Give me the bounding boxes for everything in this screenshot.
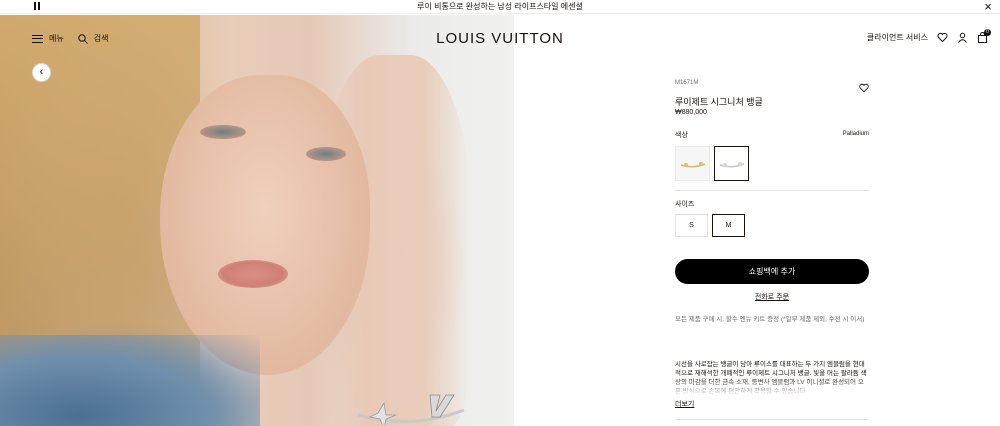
promo-notice: 모든 제품 구매 시, 할수 엔뉴 키트 증정 (*일부 제품 제외, 수전 시… (675, 316, 865, 323)
size-label: 사이즈 (675, 201, 695, 208)
product-panel: M1671M 루이제트 시그니처 뱅글 ₩880,000 색상 Palladiu… (675, 80, 869, 420)
divider (675, 190, 869, 191)
header-right: 클라이언트 서비스 0 (867, 29, 991, 43)
account-icon[interactable] (957, 32, 968, 43)
product-price: ₩880,000 (675, 109, 707, 116)
color-swatch-gold[interactable] (675, 146, 710, 181)
announcement-bar: 루이 비통으로 완성하는 남성 라이프스타일 에센셜 × (0, 0, 1000, 14)
gold-bangle-thumbnail (680, 161, 705, 167)
add-to-bag-button[interactable]: 쇼핑백에 추가 (675, 259, 869, 284)
image-lips (218, 260, 288, 288)
size-option-m[interactable]: M (712, 214, 745, 237)
announcement-text[interactable]: 루이 비통으로 완성하는 남성 라이프스타일 에센셜 (417, 1, 583, 12)
image-face (160, 75, 370, 375)
cart-count-badge: 0 (984, 29, 991, 36)
read-more-link[interactable]: 더보기 (675, 399, 694, 409)
description-fade (675, 378, 869, 396)
add-to-wishlist-icon[interactable] (859, 83, 869, 93)
brand-logo[interactable]: LOUIS VUITTON (0, 30, 1000, 47)
phone-order-link[interactable]: 전화로 주문 (675, 292, 869, 302)
divider (675, 419, 869, 420)
client-service-link[interactable]: 클라이언트 서비스 (867, 32, 928, 43)
image-eye-left (200, 125, 246, 139)
bracelet-image (357, 394, 465, 425)
cart-button[interactable]: 0 (977, 29, 991, 43)
color-swatch-palladium[interactable] (714, 146, 749, 181)
image-denim (0, 335, 260, 426)
palladium-bangle-thumbnail (719, 161, 744, 167)
product-name: 루이제트 시그니처 뱅글 (675, 97, 763, 107)
pause-icon[interactable] (34, 2, 43, 11)
size-option-s[interactable]: S (675, 214, 708, 237)
close-icon[interactable]: × (982, 0, 994, 13)
site-header: 메뉴 검색 LOUIS VUITTON 클라이언트 서비스 0 (0, 15, 1000, 63)
back-button[interactable]: ‹ (32, 63, 51, 82)
color-label: 색상 (675, 132, 688, 139)
color-value: Palladium (842, 131, 869, 137)
wishlist-icon[interactable] (937, 32, 948, 43)
product-image (0, 15, 514, 426)
product-sku: M1671M (675, 80, 699, 86)
image-eye-right (306, 147, 346, 161)
